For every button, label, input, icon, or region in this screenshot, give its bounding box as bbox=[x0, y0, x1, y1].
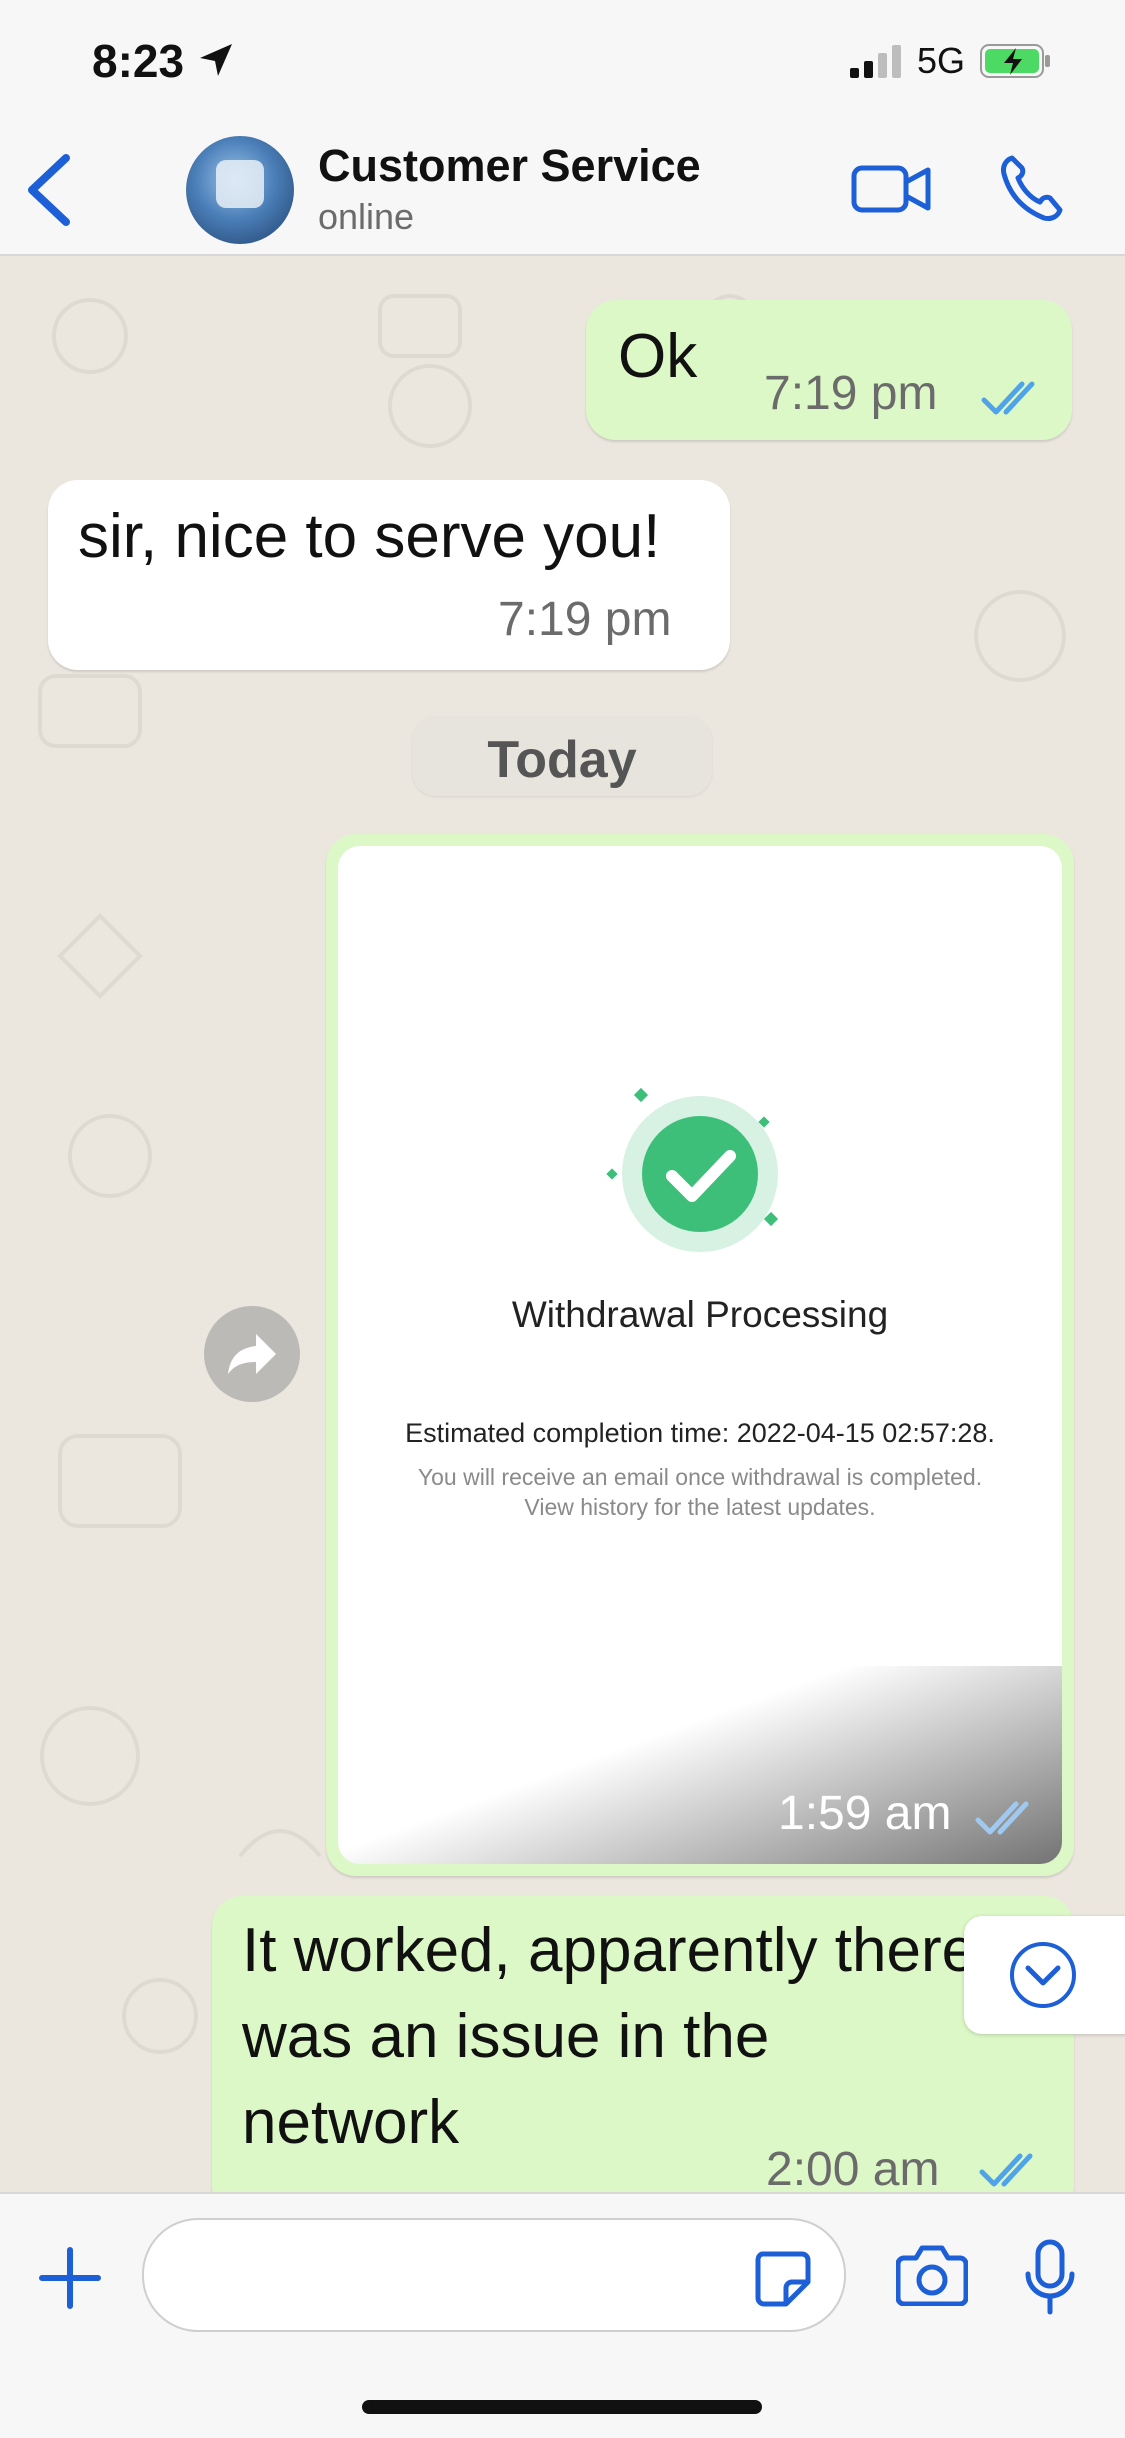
message-text-line: was an issue in the bbox=[242, 2002, 770, 2071]
message-time: 2:00 am bbox=[766, 2143, 940, 2192]
message-text-line: It worked, apparently there bbox=[242, 1916, 977, 1985]
location-arrow-icon bbox=[200, 44, 232, 76]
image-shade bbox=[338, 1666, 1062, 1864]
network-label: 5G bbox=[917, 40, 966, 81]
contact-name[interactable]: Customer Service bbox=[318, 140, 701, 192]
back-chevron-icon[interactable] bbox=[20, 150, 80, 230]
message-incoming[interactable]: sir, nice to serve you! 7:19 pm bbox=[48, 480, 730, 670]
microphone-icon[interactable] bbox=[1022, 2238, 1078, 2318]
phone-icon[interactable] bbox=[998, 152, 1064, 224]
contact-status: online bbox=[318, 196, 415, 237]
double-check-icon bbox=[981, 381, 1035, 415]
forward-button[interactable] bbox=[204, 1306, 300, 1402]
image-note: You will receive an email once withdrawa… bbox=[417, 1464, 983, 1490]
chevron-down-icon bbox=[1010, 1942, 1076, 2008]
image-estimated-time: Estimated completion time: 2022-04-15 02… bbox=[405, 1418, 995, 1448]
message-time: 1:59 am bbox=[778, 1787, 952, 1840]
message-text: sir, nice to serve you! bbox=[78, 502, 661, 571]
video-call-icon[interactable] bbox=[850, 158, 932, 220]
forward-icon bbox=[228, 1334, 276, 1374]
status-time: 8:23 bbox=[92, 35, 185, 87]
plus-icon[interactable] bbox=[36, 2244, 104, 2312]
message-image[interactable]: Withdrawal Processing Estimated completi… bbox=[326, 834, 1074, 1876]
chat-header: Customer Service online bbox=[0, 120, 1125, 256]
signal-icon bbox=[850, 45, 901, 78]
double-check-icon bbox=[975, 1801, 1029, 1835]
chat-area[interactable]: Ok 7:19 pm sir, nice to serve you! 7:19 … bbox=[0, 256, 1125, 2192]
camera-icon[interactable] bbox=[896, 2242, 968, 2306]
app-logo bbox=[216, 160, 264, 208]
date-separator: Today bbox=[412, 716, 712, 796]
double-check-icon bbox=[979, 2153, 1033, 2187]
message-input[interactable] bbox=[142, 2218, 846, 2332]
screenshot-image[interactable]: Withdrawal Processing Estimated completi… bbox=[338, 846, 1062, 1864]
sticker-icon[interactable] bbox=[752, 2248, 812, 2308]
battery-charging-icon bbox=[980, 44, 1050, 78]
message-outgoing[interactable]: Ok 7:19 pm bbox=[586, 300, 1072, 440]
message-time: 7:19 pm bbox=[498, 593, 672, 646]
input-bar bbox=[0, 2192, 1125, 2438]
date-separator-label: Today bbox=[487, 731, 637, 789]
message-text-line: network bbox=[242, 2088, 460, 2157]
message-outgoing[interactable]: It worked, apparently there was an issue… bbox=[212, 1896, 1074, 2192]
image-title: Withdrawal Processing bbox=[511, 1294, 889, 1335]
image-note: View history for the latest updates. bbox=[524, 1494, 876, 1520]
status-bar: 8:23 5G bbox=[0, 0, 1125, 120]
message-text: Ok bbox=[618, 322, 698, 391]
success-check-icon bbox=[606, 1087, 779, 1252]
home-indicator bbox=[362, 2400, 762, 2414]
avatar[interactable] bbox=[186, 136, 294, 244]
scroll-to-bottom-button[interactable] bbox=[964, 1916, 1125, 2034]
message-time: 7:19 pm bbox=[764, 367, 938, 420]
